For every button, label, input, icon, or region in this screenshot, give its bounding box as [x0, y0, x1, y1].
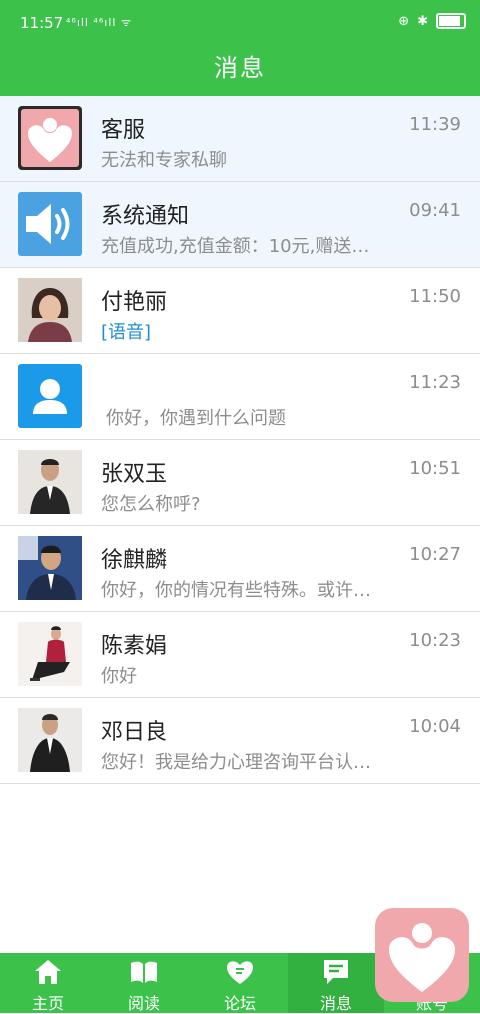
signal-icon: ⁴⁶ıll ⁴⁶ıll ᯤ [66, 16, 133, 29]
home-icon [35, 960, 61, 984]
message-time: 11:50 [409, 286, 461, 307]
message-preview: 你好，你的情况有些特殊。或许… [101, 580, 371, 601]
tab-label: 阅读 [127, 994, 160, 1013]
message-row-customer-service[interactable]: 客服 无法和专家私聊 11:39 [0, 96, 480, 182]
contact-name: 付艳丽 [101, 290, 168, 315]
message-row[interactable]: 陈素娟 你好 10:23 [0, 612, 480, 698]
forum-icon [227, 961, 253, 984]
battery-icon [436, 13, 466, 29]
tab-messages[interactable]: 消息 [288, 953, 384, 1013]
book-icon [131, 961, 157, 983]
tab-label: 论坛 [223, 994, 256, 1013]
message-list: 客服 无法和专家私聊 11:39 系统通知 充值成功,充值金额：10元,赠送… … [0, 96, 480, 784]
message-row[interactable]: 付艳丽 [语音] 11:50 [0, 268, 480, 354]
heart-logo-icon [18, 106, 82, 170]
tab-reading[interactable]: 阅读 [96, 953, 192, 1013]
tab-forum[interactable]: 论坛 [192, 953, 288, 1013]
message-time: 10:04 [409, 716, 461, 737]
contact-name: 陈素娟 [101, 634, 168, 659]
contact-name: 张双玉 [101, 462, 168, 487]
message-time: 10:23 [409, 630, 461, 651]
contact-name: 系统通知 [101, 204, 190, 229]
tab-label: 消息 [319, 994, 352, 1013]
message-preview: 充值成功,充值金额：10元,赠送… [101, 236, 370, 257]
message-preview: [语音] [101, 322, 152, 343]
message-preview: 您好！我是给力心理咨询平台认… [101, 752, 371, 773]
tab-home[interactable]: 主页 [0, 953, 96, 1013]
message-row[interactable]: 徐麒麟 你好，你的情况有些特殊。或许… 10:27 [0, 526, 480, 612]
speaker-icon [18, 192, 82, 256]
contact-name: 邓日良 [101, 720, 168, 745]
message-preview: 你好 [101, 666, 137, 687]
message-preview: 无法和专家私聊 [101, 150, 227, 171]
message-time: 10:27 [409, 544, 461, 565]
avatar [18, 708, 82, 772]
avatar [18, 536, 82, 600]
avatar [18, 622, 82, 686]
status-icons: ⊕ ✱ [398, 13, 466, 29]
message-time: 09:41 [409, 200, 461, 221]
message-icon [324, 960, 348, 984]
bluetooth-icon: ✱ [417, 13, 428, 29]
contact-name: 客服 [101, 118, 146, 143]
message-time: 11:23 [409, 372, 461, 393]
message-row-system-notice[interactable]: 系统通知 充值成功,充值金额：10元,赠送… 09:41 [0, 182, 480, 268]
message-row[interactable]: 邓日良 您好！我是给力心理咨询平台认… 10:04 [0, 698, 480, 784]
message-time: 10:51 [409, 458, 461, 479]
page-title: 消息 [214, 54, 266, 82]
avatar [18, 278, 82, 342]
contact-name: 徐麒麟 [101, 548, 168, 573]
message-preview: 你好，你遇到什么问题 [106, 408, 286, 429]
message-preview: 您怎么称呼? [101, 494, 201, 515]
heart-logo-icon [389, 923, 455, 992]
status-bar: 11:57 ⁴⁶ıll ⁴⁶ıll ᯤ ⊕ ✱ [0, 0, 480, 44]
tab-label: 主页 [31, 994, 64, 1013]
status-time: 11:57 [20, 14, 64, 32]
default-user-icon [18, 364, 82, 428]
message-row[interactable]: 你好，你遇到什么问题 11:23 [0, 354, 480, 440]
lock-icon: ⊕ [398, 13, 410, 29]
message-time: 11:39 [409, 114, 461, 135]
avatar [18, 450, 82, 514]
message-row[interactable]: 张双玉 您怎么称呼? 10:51 [0, 440, 480, 526]
floating-heart-button[interactable] [375, 908, 469, 1002]
title-bar: 消息 [0, 44, 480, 96]
